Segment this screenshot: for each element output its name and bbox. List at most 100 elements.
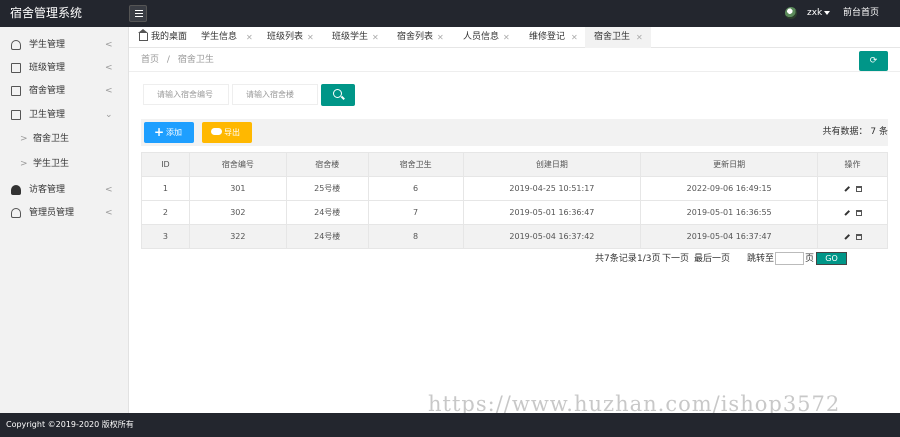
column-header: 操作 [817, 152, 888, 177]
close-icon[interactable]: ✕ [437, 27, 444, 48]
column-header: ID [141, 152, 190, 177]
pager-page: 1/3页 [637, 254, 661, 264]
cell-created: 2019-04-25 10:51:17 [462, 176, 642, 201]
breadcrumb: 首页 / 宿舍卫生 [129, 48, 900, 72]
cell-created: 2019-05-04 16:37:42 [462, 224, 642, 249]
column-header: 宿舍楼 [285, 152, 369, 177]
goto-page-input[interactable] [775, 252, 804, 265]
sidebar-item-admins[interactable]: 管理员管理 < [0, 201, 129, 225]
chevron-right-icon: > [20, 134, 28, 144]
tab-class-students[interactable]: 班级学生 ✕ [332, 27, 388, 48]
tab-label: 维修登记 [529, 32, 566, 42]
menu-toggle-button[interactable] [129, 5, 147, 22]
sidebar-item-label: 学生卫生 [33, 159, 70, 169]
chevron-left-icon: < [105, 185, 113, 195]
cell-updated: 2019-05-01 16:36:55 [640, 200, 819, 225]
edit-icon[interactable] [843, 185, 850, 192]
front-page-link[interactable]: 前台首页 [843, 0, 879, 27]
column-header: 宿舍卫生 [367, 152, 464, 177]
sidebar-item-dorms[interactable]: 宿舍管理 < [0, 79, 129, 103]
cell-actions [817, 224, 888, 249]
sidebar-item-label: 宿舍管理 [29, 86, 66, 96]
tab-label: 班级学生 [332, 32, 369, 42]
chevron-left-icon: < [105, 208, 113, 218]
close-icon[interactable]: ✕ [246, 27, 253, 48]
delete-icon[interactable] [855, 185, 862, 192]
close-icon[interactable]: ✕ [571, 27, 578, 48]
cell-id: 1 [141, 176, 190, 201]
export-label: 导出 [224, 128, 240, 137]
go-button[interactable]: GO [816, 252, 847, 265]
pager-records: 共7条记录 [595, 254, 637, 264]
pager-page-suffix: 页 [805, 254, 815, 264]
sidebar-item-hygiene[interactable]: 卫生管理 ⌄ [0, 103, 129, 127]
cell-hygiene: 7 [367, 200, 464, 225]
tab-label: 宿舍卫生 [594, 32, 631, 42]
sidebar-item-classes[interactable]: 班级管理 < [0, 56, 129, 80]
total-count: 共有数据： 7 条 [822, 127, 888, 137]
search-button[interactable] [321, 84, 355, 106]
add-button[interactable]: 添加 [144, 122, 194, 143]
cell-id: 2 [141, 200, 190, 225]
tab-label: 学生信息 [201, 32, 238, 42]
sidebar-item-label: 宿舍卫生 [33, 134, 70, 144]
cell-actions [817, 200, 888, 225]
cell-building: 24号楼 [285, 224, 369, 249]
visitors-icon [11, 185, 21, 195]
delete-icon[interactable] [855, 209, 862, 216]
cell-updated: 2019-05-04 16:37:47 [640, 224, 819, 249]
sidebar-item-label: 卫生管理 [29, 110, 66, 120]
refresh-button[interactable]: ⟳ [859, 51, 888, 71]
pager-next-link[interactable]: 下一页 [662, 252, 689, 266]
tab-student-info[interactable]: 学生信息 ✕ [201, 27, 257, 48]
main-content: 我的桌面 学生信息 ✕ 班级列表 ✕ 班级学生 ✕ 宿舍列表 ✕ 人员信息 ✕ … [129, 27, 900, 413]
tab-dorm-hygiene[interactable]: 宿舍卫生 ✕ [585, 27, 651, 48]
sidebar-item-visitors[interactable]: 访客管理 < [0, 178, 129, 202]
cell-dorm-no: 301 [188, 176, 287, 201]
sidebar-item-label: 访客管理 [29, 185, 66, 195]
edit-icon[interactable] [843, 233, 850, 240]
cell-dorm-no: 322 [188, 224, 287, 249]
cell-building: 24号楼 [285, 200, 369, 225]
chevron-left-icon: < [105, 63, 113, 73]
avatar[interactable] [785, 7, 797, 19]
tab-desktop[interactable]: 我的桌面 [129, 27, 191, 48]
tab-class-list[interactable]: 班级列表 ✕ [267, 27, 323, 48]
building-input[interactable]: 请输入宿舍楼 [232, 84, 318, 105]
username[interactable]: zxk [807, 0, 822, 27]
close-icon[interactable]: ✕ [372, 27, 379, 48]
sidebar-item-label: 班级管理 [29, 63, 66, 73]
cell-hygiene: 6 [367, 176, 464, 201]
sidebar-item-students[interactable]: 学生管理 < [0, 33, 129, 57]
dorm-number-input[interactable]: 请输入宿舍编号 [143, 84, 229, 105]
tab-label: 人员信息 [463, 32, 500, 42]
export-button[interactable]: 导出 [202, 122, 252, 143]
table-row: 2 302 24号楼 7 2019-05-01 16:36:47 2019-05… [141, 200, 888, 225]
sidebar: 学生管理 < 班级管理 < 宿舍管理 < 卫生管理 ⌄ > 宿舍卫生 > 学生卫… [0, 27, 129, 413]
chevron-down-icon[interactable] [824, 11, 830, 15]
search-icon [333, 89, 342, 98]
close-icon[interactable]: ✕ [503, 27, 510, 48]
tab-repair-register[interactable]: 维修登记 ✕ [529, 27, 585, 48]
tab-dorm-list[interactable]: 宿舍列表 ✕ [397, 27, 453, 48]
delete-icon[interactable] [855, 233, 862, 240]
hygiene-table: ID 宿舍编号 宿舍楼 宿舍卫生 创建日期 更新日期 操作 1 301 25号楼… [141, 152, 888, 249]
table-row: 1 301 25号楼 6 2019-04-25 10:51:17 2022-09… [141, 176, 888, 201]
top-header: 宿舍管理系统 zxk 前台首页 [0, 0, 900, 27]
cell-updated: 2022-09-06 16:49:15 [640, 176, 819, 201]
tab-personnel-info[interactable]: 人员信息 ✕ [463, 27, 519, 48]
close-icon[interactable]: ✕ [636, 27, 643, 48]
sidebar-item-label: 管理员管理 [29, 208, 75, 218]
chevron-right-icon: > [20, 159, 28, 169]
tab-bar: 我的桌面 学生信息 ✕ 班级列表 ✕ 班级学生 ✕ 宿舍列表 ✕ 人员信息 ✕ … [129, 27, 900, 48]
footer: Copyright ©2019-2020 版权所有 [0, 413, 900, 437]
breadcrumb-home[interactable]: 首页 [141, 55, 159, 65]
close-icon[interactable]: ✕ [307, 27, 314, 48]
sidebar-subitem-student-hygiene[interactable]: > 学生卫生 [0, 152, 129, 176]
pager-last-link[interactable]: 最后一页 [694, 252, 730, 266]
column-header: 宿舍编号 [188, 152, 287, 177]
cell-hygiene: 8 [367, 224, 464, 249]
table-header-row: ID 宿舍编号 宿舍楼 宿舍卫生 创建日期 更新日期 操作 [141, 152, 888, 177]
sidebar-subitem-dorm-hygiene[interactable]: > 宿舍卫生 [0, 127, 129, 151]
edit-icon[interactable] [843, 209, 850, 216]
